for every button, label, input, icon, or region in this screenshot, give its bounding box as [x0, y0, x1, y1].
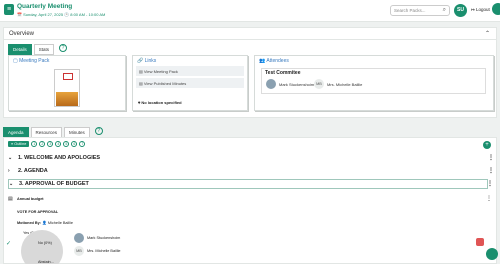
help-icon[interactable]: ?	[59, 44, 68, 52]
attendees-heading: 👥 Attendees	[259, 58, 289, 64]
vote-abstain-label: Abstain...	[38, 260, 54, 264]
logout-label: Logout	[476, 7, 490, 12]
moved-by: Motioned By: 👤 Michelle Baillie	[17, 221, 74, 225]
committee-card: Test Commitee Mark Stuckenshoim MB Mrs. …	[261, 68, 486, 94]
meeting-pack-heading: ▢ Meeting Pack	[13, 58, 50, 64]
vote-no-label: No (0%)	[38, 241, 52, 245]
search-placeholder: Search Packs...	[394, 8, 426, 13]
links-heading: 🔗 Links	[137, 58, 157, 64]
help-icon[interactable]: ?	[94, 127, 103, 135]
agenda-toolbar: ≡ Outline 1 2 3 4 5 6 7	[8, 141, 86, 147]
delete-icon[interactable]	[476, 238, 484, 246]
voter-name: Mark Stuckenshoim	[87, 236, 121, 240]
meeting-pack-thumbnail[interactable]	[54, 69, 80, 107]
moved-by-label: Motioned By:	[17, 221, 42, 225]
attendees-card: 👥 Attendees Test Commitee Mark Stuckensh…	[254, 55, 494, 111]
more-options-icon[interactable]: ⋮	[487, 180, 493, 187]
menu-icon[interactable]: ≡	[4, 4, 14, 15]
toolbar-icon[interactable]: 2	[39, 141, 46, 147]
committee-name: Test Commitee	[265, 70, 301, 76]
chat-icon[interactable]	[492, 3, 500, 15]
tab-details[interactable]: Details	[8, 44, 32, 55]
attendee-avatar	[266, 79, 276, 89]
voter-avatar	[74, 233, 84, 243]
more-options-icon[interactable]: ⋮	[486, 195, 492, 202]
top-header: ≡ Quarterly Meeting 📅 Sunday, April 27, …	[0, 0, 500, 22]
toolbar-icon[interactable]: 7	[79, 141, 86, 147]
search-input[interactable]: Search Packs... ⌕	[390, 5, 450, 16]
view-published-minutes-link[interactable]: ▤ View Published Minutes	[136, 78, 244, 88]
search-icon[interactable]: ⌕	[443, 7, 446, 14]
agenda-item[interactable]: › 2. AGENDA ⋮	[8, 167, 494, 177]
toolbar-icon[interactable]: 3	[47, 141, 54, 147]
location-text: ⌖ No location specified	[138, 100, 182, 105]
sub-item-title: Annual budget	[17, 197, 44, 201]
voter-avatar: MB	[74, 246, 84, 256]
toolbar-icon[interactable]: 1	[31, 141, 38, 147]
check-icon[interactable]: ✓	[6, 240, 11, 247]
add-item-button[interactable]: +	[483, 141, 491, 149]
agenda-item-title: 1. WELCOME AND APOLOGIES	[18, 155, 101, 161]
overview-tabs: Details Stats ?	[8, 44, 68, 55]
overview-header[interactable]: Overview ⌃	[3, 27, 497, 40]
view-meeting-pack-link[interactable]: ▤ View Meeting Pack	[136, 66, 244, 76]
logout-button[interactable]: ↦ Logout	[471, 7, 490, 13]
meeting-title: Quarterly Meeting	[17, 3, 73, 10]
toolbar-icon[interactable]: 5	[63, 141, 70, 147]
tab-stats[interactable]: Stats	[33, 44, 55, 55]
attendee-name: Mrs. Michelle Baillie	[327, 82, 363, 87]
links-card: 🔗 Links ▤ View Meeting Pack ▤ View Publi…	[132, 55, 248, 111]
vote-heading: VOTE FOR APPROVAL	[17, 210, 59, 214]
agenda-panel: ≡ Outline 1 2 3 4 5 6 7 + ⌄ 1. WELCOME A…	[3, 137, 498, 264]
attendee-name: Mark Stuckenshoim	[279, 82, 315, 87]
agenda-item[interactable]: ⌄ 1. WELCOME AND APOLOGIES ⋮	[8, 154, 494, 164]
overview-title: Overview	[9, 31, 35, 37]
agenda-item-title: 3. APPROVAL OF BUDGET	[19, 181, 89, 187]
voter-name: Mrs. Michelle Baillie	[87, 249, 121, 253]
vote-pie-chart	[21, 230, 63, 264]
outline-button[interactable]: ≡ Outline	[8, 141, 30, 147]
chevron-right-icon[interactable]: ›	[8, 168, 10, 174]
document-icon: ▤	[8, 196, 13, 202]
avatar[interactable]: SU	[454, 4, 467, 17]
toolbar-icon[interactable]: 4	[55, 141, 62, 147]
chevron-up-icon[interactable]: ⌃	[485, 30, 490, 37]
toolbar-icon[interactable]: 6	[71, 141, 78, 147]
agenda-item[interactable]: ⌄ 3. APPROVAL OF BUDGET ⋮	[8, 179, 493, 189]
moved-by-name: Michelle Baillie	[47, 221, 74, 225]
chevron-down-icon[interactable]: ⌄	[9, 181, 13, 187]
meeting-pack-card: ▢ Meeting Pack	[8, 55, 126, 111]
chat-icon[interactable]	[486, 248, 498, 260]
attendee-avatar: MB	[314, 79, 324, 89]
agenda-item-title: 2. AGENDA	[18, 168, 48, 174]
more-options-icon[interactable]: ⋮	[488, 154, 494, 161]
overview-panel: Details Stats ? ▢ Meeting Pack 🔗 Links ▤…	[3, 40, 497, 118]
meeting-datetime: 📅 Sunday, April 27, 2025 🕒 8:00 AM - 10:…	[17, 12, 106, 17]
more-options-icon[interactable]: ⋮	[488, 167, 494, 174]
chevron-down-icon[interactable]: ⌄	[8, 155, 12, 161]
